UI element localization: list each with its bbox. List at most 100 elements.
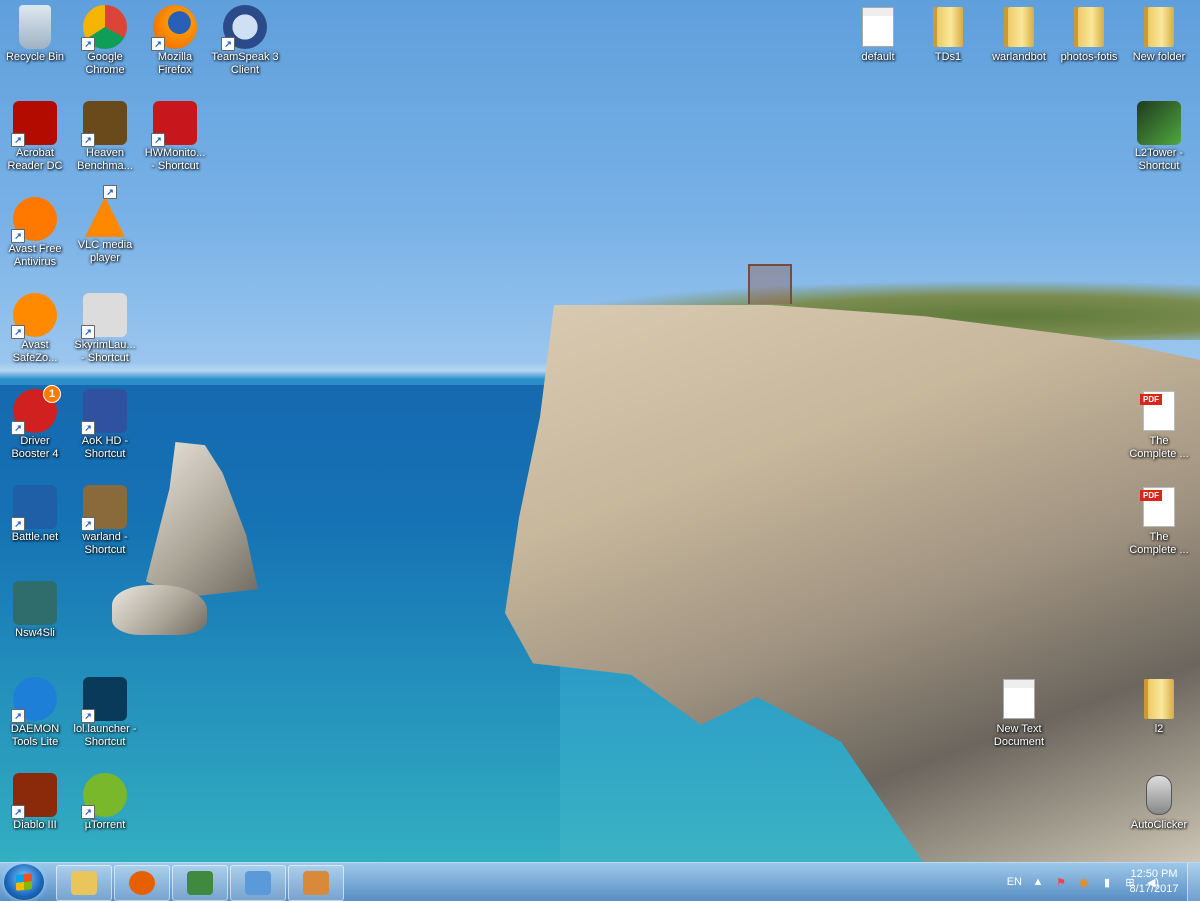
- desktop-icon-label: Avast SafeZo...: [12, 339, 58, 364]
- show-desktop-button[interactable]: [1187, 863, 1200, 901]
- desktop[interactable]: Recycle Bin ↗ Google Chrome ↗ Mozilla Firefo…: [0, 0, 1200, 862]
- desktop-icon[interactable]: ↗ Avast SafeZo...: [0, 293, 70, 365]
- icon-frame: PDF: [1140, 389, 1175, 433]
- desktop-icon[interactable]: PDF The Complete ...: [1124, 485, 1194, 557]
- shortcut-arrow-icon: ↗: [151, 37, 165, 51]
- show-hidden-icons-icon[interactable]: ▲: [1031, 875, 1045, 889]
- desktop-icon-label: SkyrimLau... - Shortcut: [74, 339, 136, 364]
- desktop-icon-label: TeamSpeak 3 Client: [211, 51, 279, 76]
- wallpaper-rock: [112, 585, 207, 635]
- desktop-icon-label: Acrobat Reader DC: [7, 147, 63, 172]
- desktop-icon[interactable]: ↗ lol.launcher - Shortcut: [70, 677, 140, 749]
- desktop-icon[interactable]: warlandbot: [984, 5, 1054, 64]
- desktop-icon-label: HWMonito... - Shortcut: [144, 147, 206, 172]
- desktop-icon-label: New folder: [1132, 51, 1186, 63]
- daemon-tools-icon: ↗: [11, 677, 57, 723]
- taskbar-button-firefox[interactable]: [114, 865, 170, 901]
- desktop-icon[interactable]: ↗ AoK HD - Shortcut: [70, 389, 140, 461]
- desktop-icon[interactable]: default: [843, 5, 913, 64]
- desktop-icon[interactable]: ↗ HWMonito... - Shortcut: [140, 101, 210, 173]
- desktop-icon[interactable]: ↗ Diablo III: [0, 773, 70, 832]
- desktop-icon-label: warlandbot: [992, 51, 1046, 63]
- folder-icon: [1074, 7, 1104, 47]
- firefox-icon: [129, 871, 155, 895]
- taskbar-button-paint[interactable]: [288, 865, 344, 901]
- diablo-icon: ↗: [11, 773, 57, 819]
- desktop-icon[interactable]: ↗ TeamSpeak 3 Client: [210, 5, 280, 77]
- desktop-icon-label: µTorrent: [84, 819, 126, 831]
- desktop-icon-label: AoK HD - Shortcut: [81, 435, 129, 460]
- desktop-icon[interactable]: ↗ Google Chrome: [70, 5, 140, 77]
- desktop-icon[interactable]: ↗ µTorrent: [70, 773, 140, 832]
- settings-file-icon: [862, 7, 894, 47]
- clock[interactable]: 12:50 PM 8/17/2017: [1114, 867, 1194, 897]
- icon-frame: [1004, 5, 1034, 49]
- folder-icon: [1144, 679, 1174, 719]
- desktop-icon-label: New Text Document: [993, 723, 1045, 748]
- text-document-icon: [1003, 679, 1035, 719]
- desktop-icon-label: The Complete ...: [1129, 435, 1189, 460]
- monitor-icon: [187, 871, 213, 895]
- desktop-icon[interactable]: ↗ SkyrimLau... - Shortcut: [70, 293, 140, 365]
- desktop-icon[interactable]: New Text Document: [984, 677, 1054, 749]
- power-icon[interactable]: ▮: [1100, 875, 1114, 889]
- battlenet-icon: ↗: [11, 485, 57, 531]
- shortcut-arrow-icon: ↗: [11, 517, 25, 531]
- desktop-icon[interactable]: ↗ Battle.net: [0, 485, 70, 544]
- network-icon: [245, 871, 271, 895]
- desktop-icon[interactable]: 1 ↗ Driver Booster 4: [0, 385, 70, 461]
- desktop-icon[interactable]: ↗ Heaven Benchma...: [70, 101, 140, 173]
- shortcut-arrow-icon: ↗: [81, 133, 95, 147]
- teamspeak-icon: ↗: [221, 5, 267, 51]
- desktop-icon[interactable]: photos-fotis: [1054, 5, 1124, 64]
- hwmonitor-icon: ↗: [151, 101, 197, 147]
- desktop-icon[interactable]: New folder: [1124, 5, 1194, 64]
- shortcut-arrow-icon: ↗: [81, 805, 95, 819]
- taskbar-button-app-network[interactable]: [230, 865, 286, 901]
- icon-frame: [1003, 677, 1035, 721]
- folder-icon: [1004, 7, 1034, 47]
- nsw4sli-icon: [13, 581, 57, 625]
- folder-icon: [1144, 7, 1174, 47]
- action-center-icon[interactable]: ⚑: [1054, 875, 1068, 889]
- desktop-icon[interactable]: Nsw4Sli: [0, 581, 70, 640]
- shortcut-arrow-icon: ↗: [221, 37, 235, 51]
- utorrent-icon: ↗: [81, 773, 127, 819]
- desktop-icon-label: TDs1: [934, 51, 962, 63]
- start-button[interactable]: [4, 864, 44, 900]
- taskbar-button-explorer[interactable]: [56, 865, 112, 901]
- acrobat-icon: ↗: [11, 101, 57, 147]
- pdf-icon: PDF: [1140, 391, 1175, 431]
- desktop-icon-label: DAEMON Tools Lite: [10, 723, 60, 748]
- desktop-icon[interactable]: AutoClicker: [1124, 773, 1194, 832]
- desktop-icon[interactable]: L2Tower - Shortcut: [1124, 101, 1194, 173]
- shortcut-arrow-icon: ↗: [11, 133, 25, 147]
- avast-tray-icon[interactable]: ◉: [1077, 875, 1091, 889]
- desktop-icon[interactable]: ↗ Avast Free Antivirus: [0, 197, 70, 269]
- desktop-icon-label: default: [861, 51, 895, 63]
- icon-frame: [933, 5, 963, 49]
- wallpaper-tower: [748, 264, 792, 304]
- shortcut-arrow-icon: ↗: [11, 325, 25, 339]
- desktop-icon-label: L2Tower - Shortcut: [1134, 147, 1184, 172]
- desktop-icon-label: AutoClicker: [1130, 819, 1188, 831]
- desktop-icon[interactable]: TDs1: [913, 5, 983, 64]
- icon-frame: [862, 5, 894, 49]
- desktop-icon-label: warland - Shortcut: [82, 531, 128, 556]
- desktop-icon[interactable]: l2: [1124, 677, 1194, 736]
- taskbar-button-app-monitor[interactable]: [172, 865, 228, 901]
- desktop-icon[interactable]: ↗ Mozilla Firefox: [140, 5, 210, 77]
- heaven-benchmark-icon: ↗: [81, 101, 127, 147]
- notification-badge: 1: [43, 385, 61, 403]
- desktop-icon[interactable]: Recycle Bin: [0, 5, 70, 64]
- league-of-legends-icon: ↗: [81, 677, 127, 723]
- desktop-icon[interactable]: ↗ warland - Shortcut: [70, 485, 140, 557]
- desktop-icon-label: Heaven Benchma...: [77, 147, 133, 172]
- desktop-icon[interactable]: ↗ DAEMON Tools Lite: [0, 677, 70, 749]
- language-indicator[interactable]: EN: [1007, 876, 1022, 888]
- l2tower-icon: [1137, 101, 1181, 145]
- desktop-icon[interactable]: ↗ VLC media player: [70, 185, 140, 265]
- desktop-icon-label: Diablo III: [13, 819, 57, 831]
- desktop-icon[interactable]: ↗ Acrobat Reader DC: [0, 101, 70, 173]
- desktop-icon[interactable]: PDF The Complete ...: [1124, 389, 1194, 461]
